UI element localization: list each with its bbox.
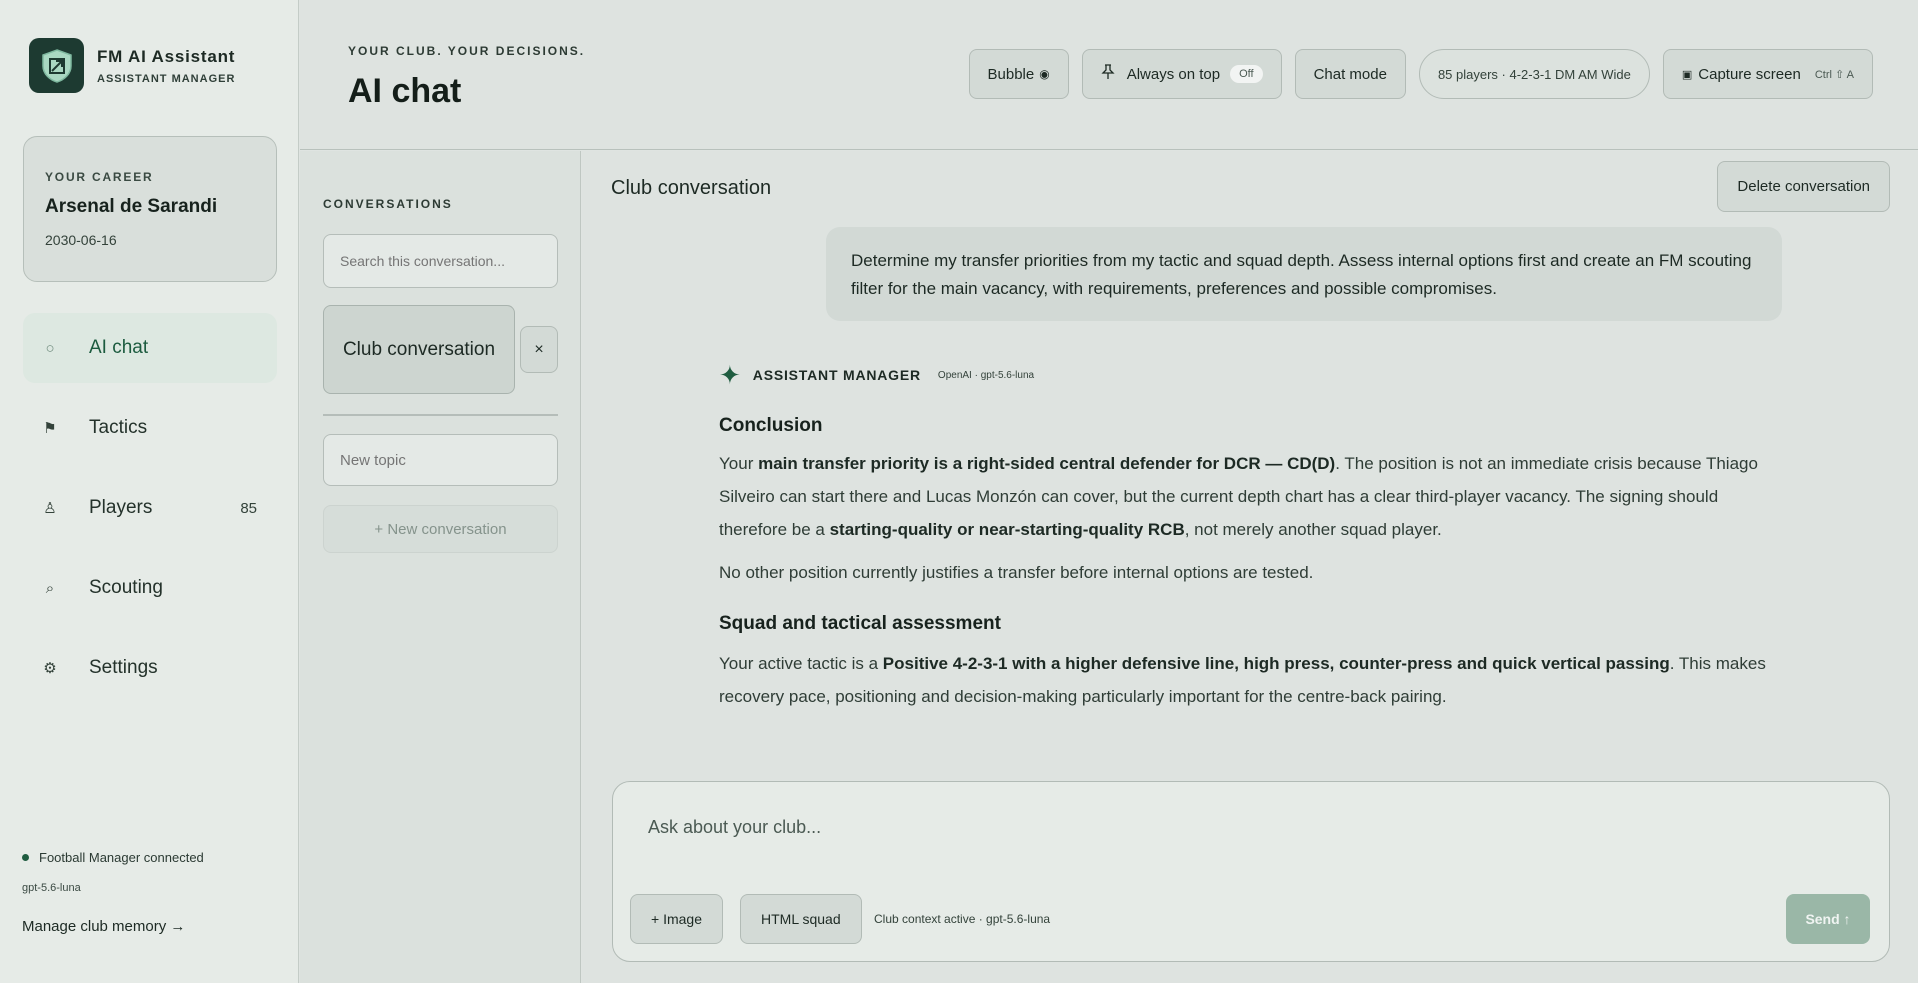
nav-item-players[interactable]: ♙ Players 85: [23, 473, 277, 543]
context-status: Club context active · gpt-5.6-luna: [874, 912, 1051, 926]
nav-item-scouting[interactable]: ⌕ Scouting: [23, 553, 277, 623]
html-squad-button[interactable]: HTML squad: [740, 894, 862, 944]
composer: Ask about your club... + Image HTML squa…: [612, 781, 1890, 962]
message-input[interactable]: Ask about your club...: [648, 817, 821, 838]
conclusion-paragraph: Your main transfer priority is a right-s…: [719, 447, 1789, 546]
page-title: AI chat: [348, 72, 462, 110]
app-title: FM AI Assistant: [97, 46, 236, 66]
text-span: Your: [719, 454, 759, 473]
app-subtitle: ASSISTANT MANAGER: [97, 72, 236, 85]
connection-label: Football Manager connected: [39, 850, 204, 865]
search-icon: ⌕: [45, 579, 55, 597]
assessment-paragraph: Your active tactic is a Positive 4-2-3-1…: [719, 647, 1789, 713]
always-on-top-state: Off: [1230, 65, 1263, 83]
career-date: 2030-06-16: [45, 232, 117, 248]
always-on-top-toggle[interactable]: Always on top Off: [1081, 49, 1282, 99]
conversations-panel: CONVERSATIONS Club conversation × + New …: [300, 151, 581, 983]
conclusion-heading: Conclusion: [719, 415, 823, 436]
chat-area: Club conversation Delete conversation De…: [582, 151, 1918, 983]
new-topic-input[interactable]: [323, 434, 558, 486]
nav-label: Players: [89, 497, 153, 518]
squad-info-badge: 85 players · 4-2-3-1 DM AM Wide: [1418, 49, 1650, 99]
conversation-item[interactable]: Club conversation: [323, 305, 515, 394]
chat-mode-button[interactable]: Chat mode: [1294, 49, 1406, 99]
shield-icon: [29, 38, 84, 93]
sidebar-footer: Football Manager connected gpt-5.6-luna …: [22, 850, 204, 935]
bold-span: starting-quality or near-starting-qualit…: [829, 520, 1185, 539]
flag-icon: ⚑: [43, 420, 57, 437]
capture-icon: ▣: [1681, 68, 1693, 81]
add-image-button[interactable]: + Image: [630, 894, 723, 944]
nav-label: Scouting: [89, 577, 163, 598]
toolbar: Bubble ◉ Always on top Off Chat mode 85 …: [956, 49, 1873, 99]
connection-status: Football Manager connected: [22, 850, 204, 865]
nav-label: Settings: [89, 657, 158, 678]
secondary-paragraph: No other position currently justifies a …: [719, 563, 1314, 582]
conversation-search-input[interactable]: [323, 234, 558, 288]
text-span: , not merely another squad player.: [1184, 520, 1442, 539]
nav-label: AI chat: [89, 337, 149, 358]
radio-icon: ◉: [1039, 67, 1050, 81]
close-icon[interactable]: ×: [520, 326, 558, 373]
bold-span: main transfer priority is a right-sided …: [758, 454, 1336, 473]
bold-span: Positive 4-2-3-1 with a higher defensive…: [882, 654, 1670, 673]
assistant-name: ASSISTANT MANAGER: [752, 367, 921, 383]
pin-icon: [1101, 64, 1115, 84]
header-eyebrow: YOUR CLUB. YOUR DECISIONS.: [348, 44, 586, 58]
bubble-label: Bubble: [987, 65, 1035, 83]
divider: [323, 414, 558, 416]
player-icon: ♙: [43, 500, 57, 517]
nav-item-settings[interactable]: ⚙ Settings: [23, 633, 277, 703]
career-card: YOUR CAREER Arsenal de Sarandi 2030-06-1…: [23, 136, 277, 282]
text-span: Your active tactic is a: [719, 654, 883, 673]
assistant-model: OpenAI · gpt-5.6-luna: [937, 369, 1035, 381]
always-on-top-label: Always on top: [1126, 65, 1221, 83]
career-club: Arsenal de Sarandi: [45, 196, 218, 217]
main-nav: ○ AI chat ⚑ Tactics ♙ Players 85 ⌕ Scout…: [23, 313, 277, 713]
chat-title: Club conversation: [611, 177, 772, 199]
header: YOUR CLUB. YOUR DECISIONS. AI chat Bubbl…: [300, 0, 1918, 150]
sidebar: FM AI Assistant ASSISTANT MANAGER YOUR C…: [0, 0, 299, 983]
manage-memory-link[interactable]: Manage club memory →: [22, 918, 204, 935]
nav-item-tactics[interactable]: ⚑ Tactics: [23, 393, 277, 463]
status-dot-icon: [22, 854, 29, 861]
bubble-button[interactable]: Bubble ◉: [968, 49, 1069, 99]
capture-label: Capture screen: [1698, 65, 1801, 83]
new-conversation-button[interactable]: + New conversation: [323, 505, 558, 553]
assistant-header: ✦ ASSISTANT MANAGER OpenAI · gpt-5.6-lun…: [719, 361, 1789, 389]
career-label: YOUR CAREER: [45, 170, 154, 184]
capture-screen-button[interactable]: ▣ Capture screen Ctrl ⇧ A: [1662, 49, 1873, 99]
assistant-message: ✦ ASSISTANT MANAGER OpenAI · gpt-5.6-lun…: [719, 361, 1789, 756]
model-label: gpt-5.6-luna: [22, 882, 81, 894]
assessment-heading: Squad and tactical assessment: [719, 613, 1001, 634]
nav-item-ai-chat[interactable]: ○ AI chat: [23, 313, 277, 383]
nav-label: Tactics: [89, 417, 148, 438]
delete-conversation-button[interactable]: Delete conversation: [1717, 161, 1890, 212]
capture-shortcut: Ctrl ⇧ A: [1814, 68, 1854, 81]
send-button[interactable]: Send ↑: [1786, 894, 1870, 944]
sparkle-icon: ✦: [719, 361, 741, 390]
user-message: Determine my transfer priorities from my…: [826, 227, 1782, 321]
gear-icon: ⚙: [43, 660, 57, 677]
circle-icon: ○: [45, 339, 55, 357]
players-count: 85: [240, 499, 257, 517]
brand: FM AI Assistant ASSISTANT MANAGER: [29, 38, 235, 93]
conversations-label: CONVERSATIONS: [323, 197, 453, 211]
